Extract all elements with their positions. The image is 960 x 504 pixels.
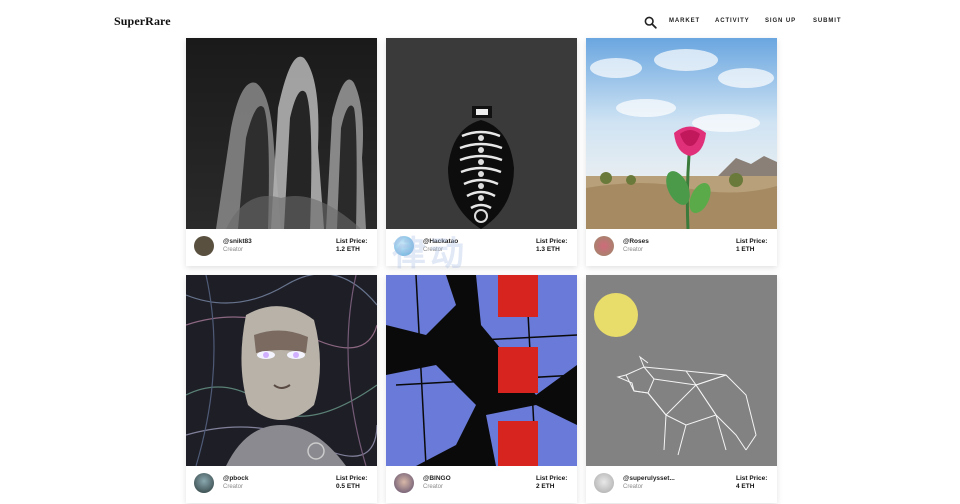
artwork-card[interactable]: @superulysset... Creator List Price: 4 E… [586,275,777,503]
artwork-image-blue-red-collage[interactable] [386,275,577,466]
card-footer: @BINGO Creator List Price: 2 ETH [386,466,577,500]
card-footer: @Hackatao Creator List Price: 1.3 ETH [386,229,577,263]
search-icon[interactable] [644,16,657,29]
creator-avatar[interactable] [194,236,214,256]
creator-role: Creator [223,246,244,253]
nav-market[interactable]: MARKET [669,18,700,24]
price-value: 2 ETH [536,483,555,491]
card-footer: @superulysset... Creator List Price: 4 E… [586,466,777,500]
nav-sign-up[interactable]: SIGN UP [765,18,796,24]
artwork-image-totem-skeleton[interactable] [386,38,577,229]
creator-info: @Roses Creator [623,238,649,255]
creator-role: Creator [623,483,644,490]
price-label: List Price: [736,475,768,482]
top-navigation: MARKET ACTIVITY SIGN UP SUBMIT [644,14,840,30]
price-label: List Price: [736,238,768,245]
creator-handle[interactable]: @Hackatao [423,238,458,246]
artwork-card[interactable]: @BINGO Creator List Price: 2 ETH [386,275,577,503]
creator-handle[interactable]: @superulysset... [623,475,675,483]
price-label: List Price: [536,475,568,482]
creator-info: @Hackatao Creator [423,238,458,255]
creator-handle[interactable]: @BINGO [423,475,451,483]
list-price: List Price: 1.2 ETH [336,238,367,254]
creator-handle[interactable]: @snikt83 [223,238,252,246]
creator-role: Creator [623,246,644,253]
card-footer: @snikt83 Creator List Price: 1.2 ETH [186,229,377,263]
artwork-image-desert-rose[interactable] [586,38,777,229]
creator-info: @superulysset... Creator [623,475,675,492]
creator-role: Creator [423,246,444,253]
price-value: 1.2 ETH [336,246,360,254]
creator-handle[interactable]: @Roses [623,238,649,246]
artwork-card[interactable]: @Roses Creator List Price: 1 ETH [586,38,777,266]
artwork-card[interactable]: @pbock Creator List Price: 0.5 ETH [186,275,377,503]
creator-info: @pbock Creator [223,475,248,492]
price-label: List Price: [336,238,368,245]
card-footer: @Roses Creator List Price: 1 ETH [586,229,777,263]
creator-avatar[interactable] [394,473,414,493]
creator-info: @BINGO Creator [423,475,451,492]
price-value: 0.5 ETH [336,483,360,491]
price-value: 4 ETH [736,483,755,491]
creator-avatar[interactable] [594,473,614,493]
list-price: List Price: 1 ETH [736,238,767,254]
artwork-image-polygon-wolf[interactable] [586,275,777,466]
creator-avatar[interactable] [194,473,214,493]
artwork-image-glitch-portrait[interactable] [186,275,377,466]
creator-avatar[interactable] [394,236,414,256]
price-value: 1.3 ETH [536,246,560,254]
superrare-logo[interactable]: SuperRare [114,14,171,29]
creator-handle[interactable]: @pbock [223,475,248,483]
price-label: List Price: [336,475,368,482]
artwork-card[interactable]: @Hackatao Creator List Price: 1.3 ETH [386,38,577,266]
artwork-card[interactable]: @snikt83 Creator List Price: 1.2 ETH [186,38,377,266]
artwork-image-hooded-figures[interactable] [186,38,377,229]
list-price: List Price: 4 ETH [736,475,767,491]
card-footer: @pbock Creator List Price: 0.5 ETH [186,466,377,500]
creator-role: Creator [223,483,244,490]
price-value: 1 ETH [736,246,755,254]
nav-activity[interactable]: ACTIVITY [715,18,750,24]
list-price: List Price: 2 ETH [536,475,567,491]
price-label: List Price: [536,238,568,245]
nav-submit[interactable]: SUBMIT [813,18,841,24]
list-price: List Price: 0.5 ETH [336,475,367,491]
creator-info: @snikt83 Creator [223,238,252,255]
list-price: List Price: 1.3 ETH [536,238,567,254]
artwork-grid: @snikt83 Creator List Price: 1.2 ETH @Ha… [186,38,778,504]
creator-avatar[interactable] [594,236,614,256]
creator-role: Creator [423,483,444,490]
